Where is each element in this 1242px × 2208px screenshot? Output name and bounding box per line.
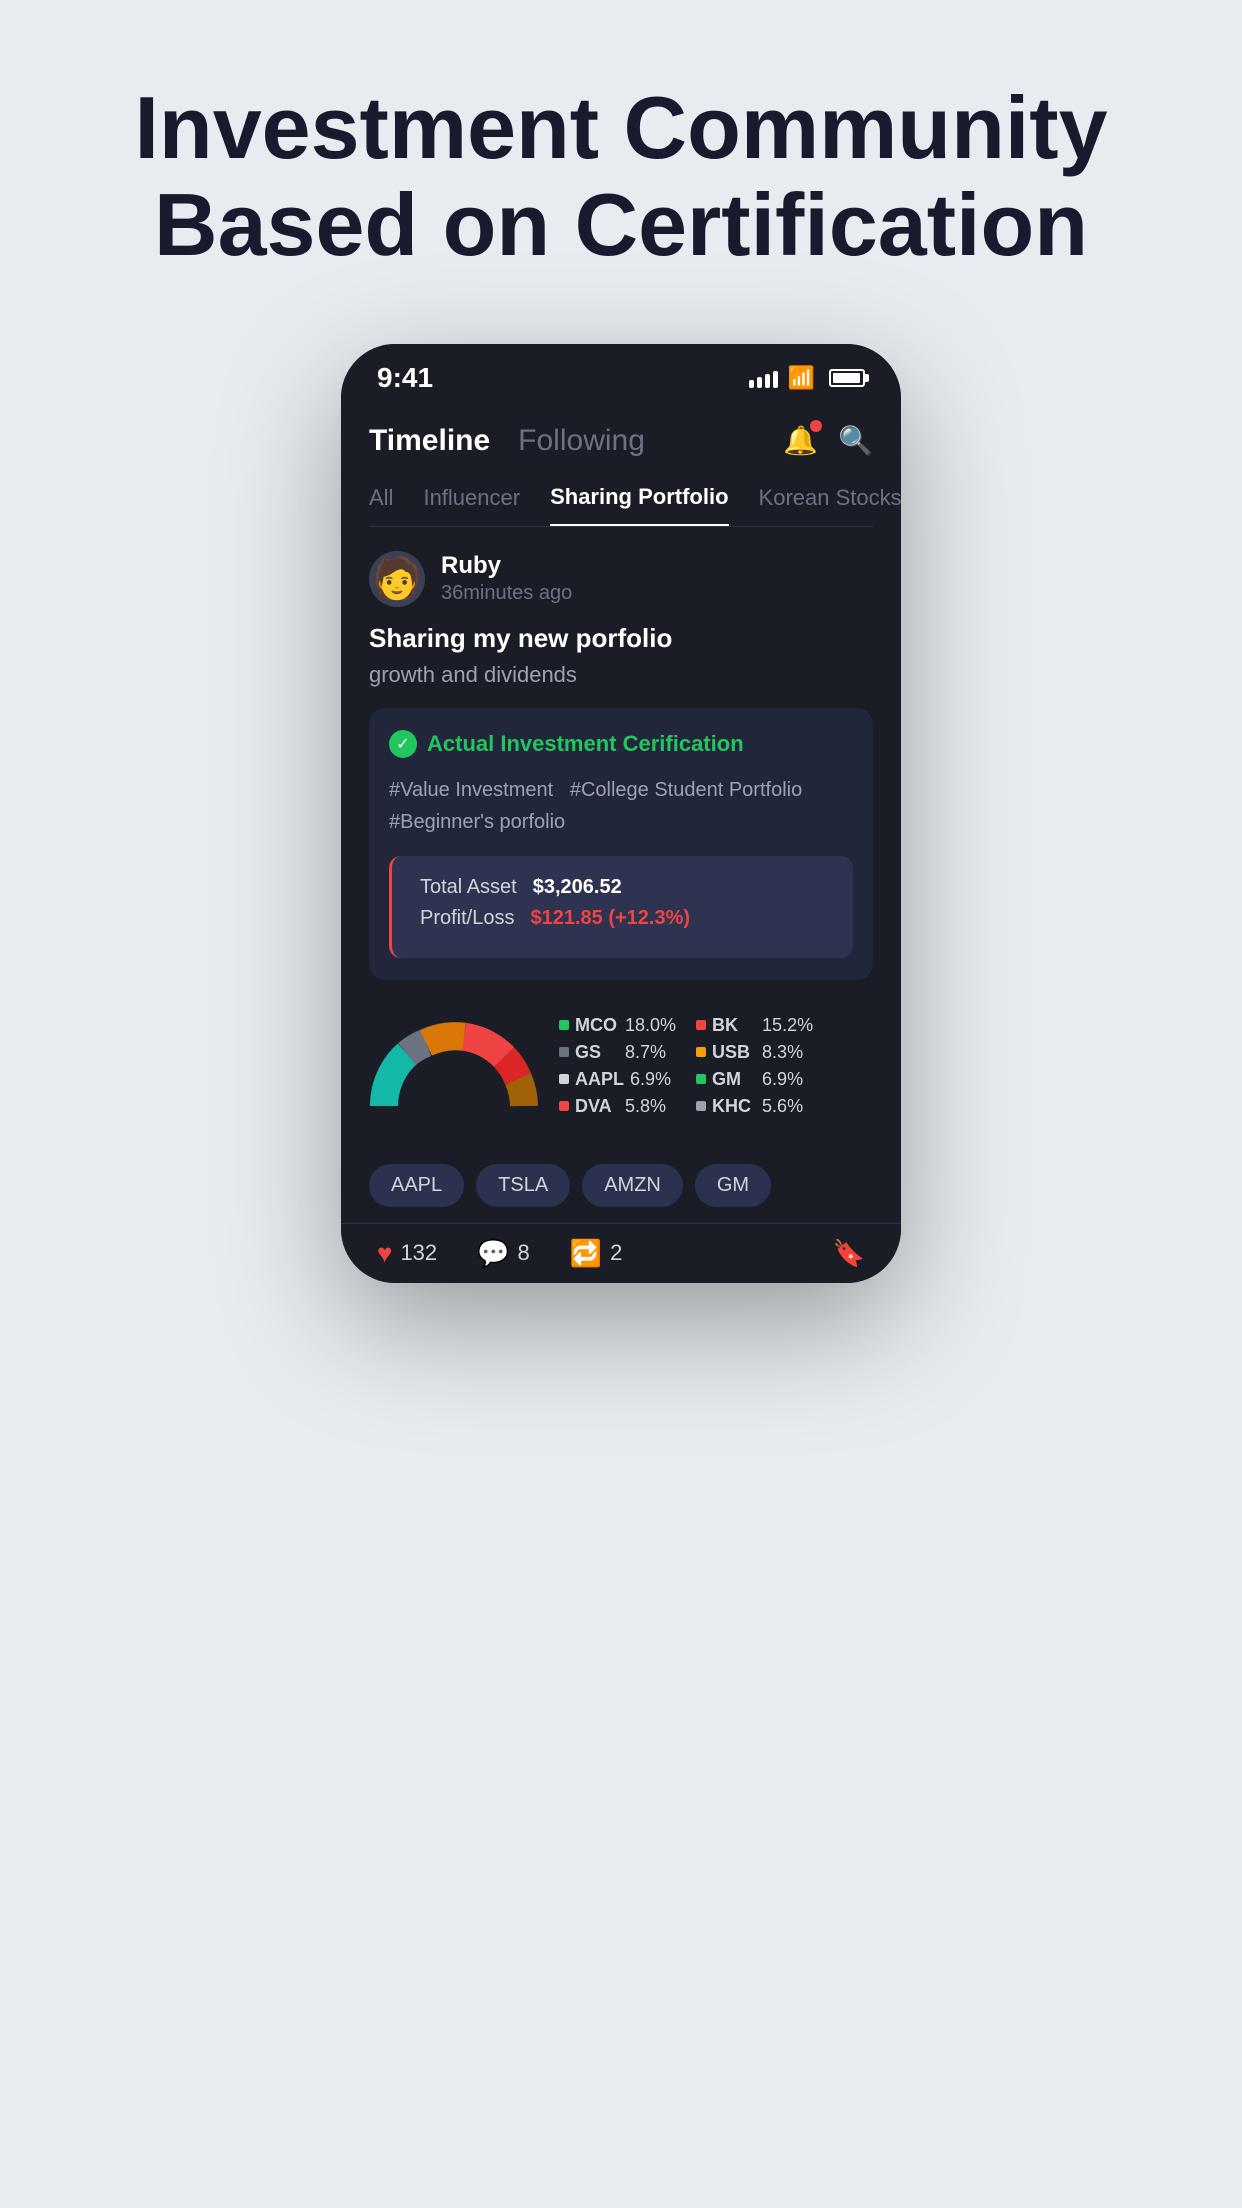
comment-icon: 💬 xyxy=(477,1238,509,1269)
status-icons: 📶 xyxy=(749,365,865,391)
legend-item: BK 15.2% xyxy=(696,1015,813,1036)
cert-label: Actual Investment Cerification xyxy=(427,731,744,757)
shares-count: 2 xyxy=(610,1240,622,1266)
shares-action[interactable]: 🔁 2 xyxy=(570,1238,623,1269)
status-bar: 9:41 📶 xyxy=(341,344,901,404)
legend-ticker: USB xyxy=(712,1042,756,1063)
post-title: Sharing my new porfolio xyxy=(369,623,873,654)
profit-loss-row: Profit/Loss $121.85 (+12.3%) xyxy=(420,907,833,930)
legend-ticker: KHC xyxy=(712,1096,756,1117)
filter-tab-all[interactable]: All xyxy=(369,485,393,525)
legend-item: KHC 5.6% xyxy=(696,1096,813,1117)
filter-tab-influencer[interactable]: Influencer xyxy=(423,485,520,525)
bookmark-icon: 🔖 xyxy=(833,1238,865,1269)
avatar: 🧑 xyxy=(369,551,425,607)
signal-bars-icon xyxy=(749,368,778,388)
app-content: Timeline Following 🔔 🔍 All Influencer Sh… xyxy=(341,404,901,1136)
notification-dot xyxy=(810,420,822,432)
likes-action[interactable]: ♥ 132 xyxy=(377,1238,437,1269)
post-time-ago: 36minutes ago xyxy=(441,582,572,605)
search-icon[interactable]: 🔍 xyxy=(838,424,873,457)
stock-tag[interactable]: AMZN xyxy=(582,1164,683,1207)
total-asset-label: Total Asset xyxy=(420,876,517,899)
legend-dot xyxy=(696,1047,706,1057)
legend-dot xyxy=(559,1047,569,1057)
legend-item: MCO 18.0% xyxy=(559,1015,676,1036)
legend-item: GS 8.7% xyxy=(559,1042,676,1063)
filter-tabs: All Influencer Sharing Portfolio Korean … xyxy=(369,468,873,527)
legend-item: GM 6.9% xyxy=(696,1069,813,1090)
status-time: 9:41 xyxy=(377,362,433,394)
legend-dot xyxy=(559,1020,569,1030)
headline-line1: Investment Community xyxy=(134,78,1107,177)
legend-ticker: MCO xyxy=(575,1015,619,1036)
legend-ticker: GS xyxy=(575,1042,619,1063)
legend-item: DVA 5.8% xyxy=(559,1096,676,1117)
legend-pct: 5.8% xyxy=(625,1096,666,1117)
legend-pct: 5.6% xyxy=(762,1096,803,1117)
chart-section: MCO 18.0% BK 15.2% GS 8.7% USB 8.3% AAPL… xyxy=(369,996,873,1136)
header-icons: 🔔 🔍 xyxy=(783,424,873,457)
legend-pct: 8.3% xyxy=(762,1042,803,1063)
notification-bell-container[interactable]: 🔔 xyxy=(783,424,818,457)
cert-check-icon: ✓ xyxy=(389,730,417,758)
bookmark-action[interactable]: 🔖 xyxy=(833,1238,865,1269)
legend-ticker: BK xyxy=(712,1015,756,1036)
filter-tab-korean-stocks[interactable]: Korean Stocks xyxy=(759,485,901,525)
legend-item: USB 8.3% xyxy=(696,1042,813,1063)
cert-card: ✓ Actual Investment Cerification #Value … xyxy=(369,708,873,980)
comments-count: 8 xyxy=(518,1240,530,1266)
page-headline: Investment Community Based on Certificat… xyxy=(134,80,1107,274)
stock-tag[interactable]: AAPL xyxy=(369,1164,464,1207)
heart-icon: ♥ xyxy=(377,1238,392,1269)
phone-mockup: 9:41 📶 Timeline Following 🔔 xyxy=(341,344,901,1283)
legend-pct: 15.2% xyxy=(762,1015,813,1036)
wifi-icon: 📶 xyxy=(788,365,815,391)
legend-pct: 8.7% xyxy=(625,1042,666,1063)
cert-badge: ✓ Actual Investment Cerification xyxy=(389,730,853,758)
tags-row: AAPL TSLA AMZN GM xyxy=(369,1152,873,1223)
post-author-name: Ruby xyxy=(441,552,572,580)
stock-tag[interactable]: TSLA xyxy=(476,1164,570,1207)
stock-tag[interactable]: GM xyxy=(695,1164,771,1207)
likes-count: 132 xyxy=(400,1240,437,1266)
post-container: 🧑 Ruby 36minutes ago Sharing my new porf… xyxy=(369,527,873,1136)
post-header: 🧑 Ruby 36minutes ago xyxy=(369,551,873,607)
legend-pct: 6.9% xyxy=(762,1069,803,1090)
legend-dot xyxy=(696,1074,706,1084)
battery-icon xyxy=(829,369,865,387)
legend-dot xyxy=(696,1020,706,1030)
post-subtitle: growth and dividends xyxy=(369,662,873,688)
legend-dot xyxy=(559,1101,569,1111)
legend-ticker: DVA xyxy=(575,1096,619,1117)
share-icon: 🔁 xyxy=(570,1238,602,1269)
total-asset-row: Total Asset $3,206.52 xyxy=(420,876,833,899)
nav-tab-following[interactable]: Following xyxy=(518,424,645,458)
filter-tab-sharing-portfolio[interactable]: Sharing Portfolio xyxy=(550,484,728,526)
legend-dot xyxy=(696,1101,706,1111)
header-nav: Timeline Following 🔔 🔍 xyxy=(369,404,873,468)
cert-tags: #Value Investment #College Student Portf… xyxy=(389,774,853,838)
asset-card: Total Asset $3,206.52 Profit/Loss $121.8… xyxy=(389,856,853,958)
legend-ticker: GM xyxy=(712,1069,756,1090)
legend-ticker: AAPL xyxy=(575,1069,624,1090)
donut-chart xyxy=(369,1006,539,1126)
headline-line2: Based on Certification xyxy=(154,175,1088,274)
profit-loss-label: Profit/Loss xyxy=(420,907,514,930)
profit-loss-value: $121.85 (+12.3%) xyxy=(530,907,690,930)
chart-legend: MCO 18.0% BK 15.2% GS 8.7% USB 8.3% AAPL… xyxy=(559,1015,813,1117)
legend-pct: 6.9% xyxy=(630,1069,671,1090)
nav-tab-timeline[interactable]: Timeline xyxy=(369,424,490,458)
comments-action[interactable]: 💬 8 xyxy=(477,1238,530,1269)
total-asset-value: $3,206.52 xyxy=(533,876,622,899)
legend-pct: 18.0% xyxy=(625,1015,676,1036)
bottom-bar: ♥ 132 💬 8 🔁 2 🔖 xyxy=(341,1223,901,1283)
legend-item: AAPL 6.9% xyxy=(559,1069,676,1090)
tags-section: AAPL TSLA AMZN GM xyxy=(341,1152,901,1223)
legend-dot xyxy=(559,1074,569,1084)
post-meta: Ruby 36minutes ago xyxy=(441,552,572,605)
nav-tabs: Timeline Following xyxy=(369,424,645,458)
